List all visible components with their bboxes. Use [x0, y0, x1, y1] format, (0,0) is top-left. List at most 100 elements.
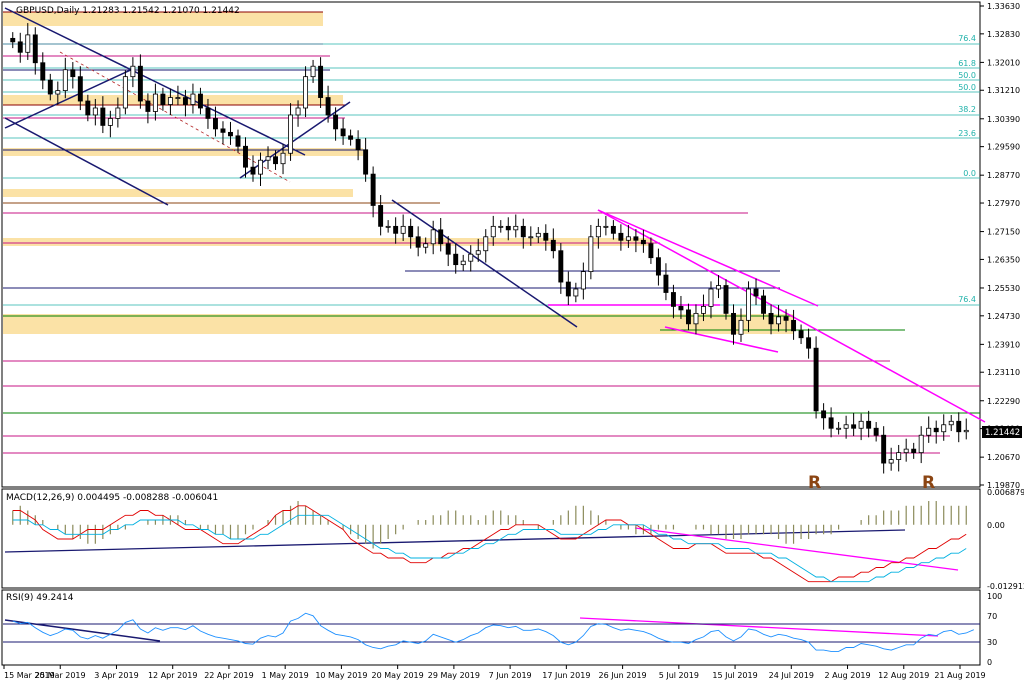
candle-body [550, 239, 556, 252]
candle-body [243, 145, 248, 168]
price-tick-label: 1.28770 [987, 171, 1020, 180]
candle-body [280, 152, 286, 165]
candle-body [911, 448, 917, 454]
candle-body [648, 243, 654, 259]
fib-label: 50.0 [958, 71, 976, 80]
candle-body [565, 281, 571, 297]
candle-body [535, 232, 541, 238]
price-tick-label: 1.32010 [987, 58, 1020, 67]
date-tick-label: 24 Jul 2019 [769, 671, 814, 680]
price-tick-label: 1.22290 [987, 397, 1020, 406]
pattern-marker: R [922, 473, 935, 493]
date-tick-label: 15 Jul 2019 [712, 671, 757, 680]
candle-body [77, 76, 83, 102]
rsi-tick-label: 30 [987, 638, 997, 647]
candle-body [573, 288, 579, 297]
candle-body [175, 97, 181, 99]
candle-body [438, 229, 444, 245]
candle-body [866, 420, 872, 429]
candle-body [858, 420, 864, 429]
candle-body [325, 97, 331, 116]
fib-label: 0.0 [963, 169, 976, 178]
candle-body [423, 243, 429, 248]
candle-body [393, 225, 399, 234]
candle-body [273, 156, 278, 165]
candle-body [445, 243, 451, 255]
candle-body [47, 79, 53, 95]
fib-label: 23.6 [958, 129, 976, 138]
price-tick-label: 1.20670 [987, 453, 1020, 462]
candle-body [408, 225, 414, 238]
price-tick-label: 1.26350 [987, 255, 1020, 264]
candle-body [145, 100, 151, 112]
candle-body [903, 448, 909, 454]
date-tick-label: 25 Mar 2019 [35, 671, 86, 680]
rsi-panel [1, 589, 981, 666]
price-tick-label: 1.23110 [987, 368, 1020, 377]
price-tick-label: 1.33630 [987, 2, 1020, 11]
macd-tick-label: -0.012912 [987, 582, 1024, 591]
candle-body [25, 34, 31, 53]
candle-body [828, 417, 834, 429]
date-tick-label: 2 Aug 2019 [824, 671, 870, 680]
chart-title: GBPUSD,Daily 1.21283 1.21542 1.21070 1.2… [16, 6, 240, 16]
date-tick-label: 17 Jun 2019 [542, 671, 590, 680]
candle-body [806, 337, 812, 349]
candle-body [400, 225, 406, 234]
date-tick-label: 22 Apr 2019 [204, 671, 253, 680]
price-tick-label: 1.23910 [987, 340, 1020, 349]
candle-body [595, 225, 601, 238]
price-tick-label: 1.25530 [987, 284, 1020, 293]
price-tick-label: 1.32830 [987, 30, 1020, 39]
candle-body [490, 225, 496, 238]
candle-body [40, 62, 46, 81]
date-axis: 15 Mar 201925 Mar 2019 3 Apr 2019 12 Apr 2… [3, 665, 986, 680]
candle-body [62, 69, 68, 91]
price-axis: 1.33630 1.32830 1.32010 1.31210 1.30390 1.295… [980, 2, 1020, 490]
candle-body [55, 90, 61, 95]
fib-label: 61.8 [958, 59, 976, 68]
macd-tick-label: 0.006879 [987, 488, 1024, 497]
candle-body [918, 434, 924, 454]
candle-body [310, 65, 316, 78]
candle-body [318, 65, 324, 98]
candle-body [355, 138, 361, 151]
candle-body [92, 107, 98, 116]
candle-body [505, 225, 511, 231]
candle-body [610, 225, 616, 234]
price-tick-label: 1.27970 [987, 199, 1020, 208]
candle-body [130, 65, 136, 78]
candle-body [603, 225, 609, 228]
candle-body [303, 76, 309, 109]
macd-tick-label: 0.00 [987, 521, 1005, 530]
candle-body [851, 424, 857, 429]
candle-body [363, 149, 369, 175]
candle-body [453, 253, 459, 266]
rsi-tick-label: 0 [987, 658, 992, 667]
macd-label: MACD(12,26,9) 0.004495 -0.008288 -0.0060… [6, 493, 218, 503]
candle-body [670, 292, 676, 307]
candle-body [160, 93, 166, 105]
candle-body [926, 427, 932, 436]
candle-body [415, 236, 421, 248]
candle-body [122, 76, 128, 109]
candle-body [430, 229, 436, 245]
candle-body [821, 410, 827, 419]
candle-body [197, 93, 203, 109]
candle-body [295, 107, 301, 116]
candle-body [32, 34, 38, 64]
date-tick-label: 29 May 2019 [428, 671, 480, 680]
supply-zone [3, 95, 343, 105]
candle-body [685, 309, 691, 325]
candle-body [265, 156, 271, 161]
candle-body [776, 316, 782, 325]
candle-body [107, 118, 113, 126]
date-tick-label: 12 Apr 2019 [148, 671, 197, 680]
supply-zone [3, 189, 353, 197]
candle-body [115, 107, 121, 119]
candle-body [896, 452, 902, 460]
candle-body [731, 312, 736, 335]
pattern-marker: R [808, 473, 821, 493]
rsi-label: RSI(9) 49.2414 [6, 593, 74, 603]
date-tick-label: 1 May 2019 [262, 671, 309, 680]
